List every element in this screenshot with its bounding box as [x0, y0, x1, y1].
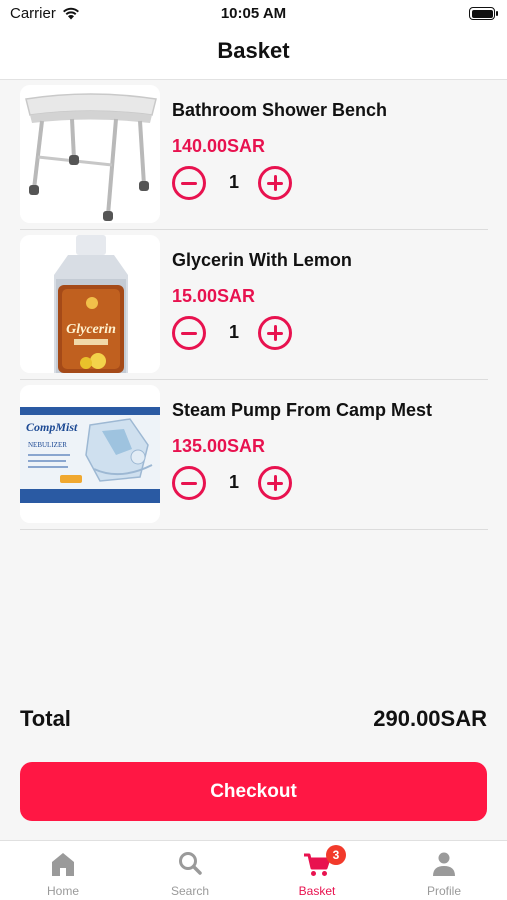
item-name[interactable]: Steam Pump From Camp Mest [172, 400, 432, 421]
quantity-value: 1 [228, 472, 239, 492]
tab-search[interactable]: Search [127, 841, 253, 900]
search-icon [179, 852, 202, 875]
increase-quantity-button[interactable] [258, 316, 292, 350]
tab-bar: Home Search 3 Basket Profile [0, 840, 507, 900]
basket-item: CompMist NEBULIZER Steam Pump From Camp … [20, 380, 488, 530]
nebulizer-brand-text: CompMist [26, 420, 78, 434]
increase-quantity-button[interactable] [258, 466, 292, 500]
status-bar: Carrier 10:05 AM [0, 0, 507, 28]
item-price: 140.00SAR [172, 136, 266, 156]
tab-home[interactable]: Home [0, 841, 126, 900]
quantity-value: 1 [228, 322, 239, 342]
shower-bench-image[interactable] [20, 85, 160, 223]
battery-icon [469, 7, 498, 20]
quantity-stepper: 1 [172, 466, 296, 502]
home-icon [52, 853, 74, 876]
cart-count-badge: 3 [326, 845, 346, 865]
quantity-stepper: 1 [172, 316, 296, 352]
increase-quantity-button[interactable] [258, 166, 292, 200]
page-title: Basket [217, 38, 290, 63]
person-icon [433, 852, 455, 876]
quantity-value: 1 [228, 172, 239, 192]
basket-item: Glycerin Glycerin With Lemon 15.00SAR 1 [20, 230, 488, 380]
tab-profile[interactable]: Profile [381, 841, 507, 900]
checkout-button[interactable]: Checkout [20, 762, 487, 821]
nebulizer-sub-text: NEBULIZER [28, 441, 67, 449]
item-name[interactable]: Glycerin With Lemon [172, 250, 352, 271]
glycerin-label-text: Glycerin [66, 322, 116, 337]
nebulizer-box-image[interactable]: CompMist NEBULIZER [20, 385, 160, 523]
basket-item: Bathroom Shower Bench 140.00SAR 1 [20, 80, 488, 230]
glycerin-bottle-image[interactable]: Glycerin [20, 235, 160, 373]
decrease-quantity-button[interactable] [172, 166, 206, 200]
tab-label: Home [46, 884, 79, 898]
item-price: 15.00SAR [172, 286, 256, 306]
navigation-header: Basket [0, 28, 507, 80]
tab-label: Basket [298, 884, 336, 898]
status-time: 10:05 AM [220, 5, 287, 22]
item-name[interactable]: Bathroom Shower Bench [172, 100, 387, 121]
tab-label: Search [170, 884, 210, 898]
quantity-stepper: 1 [172, 166, 296, 202]
total-label: Total [20, 706, 71, 731]
decrease-quantity-button[interactable] [172, 316, 206, 350]
decrease-quantity-button[interactable] [172, 466, 206, 500]
tab-label: Profile [426, 884, 461, 898]
total-value: 290.00SAR [373, 706, 487, 731]
tab-basket[interactable]: 3 Basket [254, 841, 380, 900]
item-price: 135.00SAR [172, 436, 266, 456]
